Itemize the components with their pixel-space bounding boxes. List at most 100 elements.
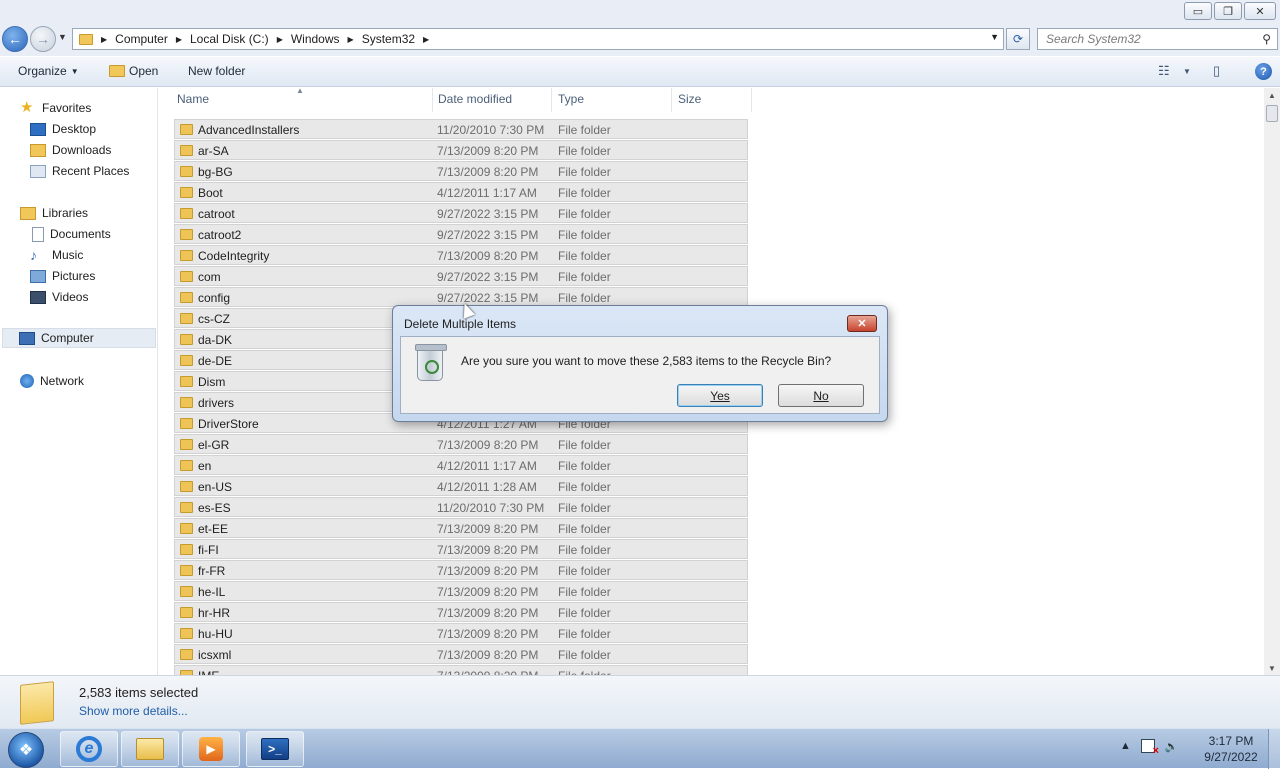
show-hidden-icons-icon[interactable]: ▲: [1120, 740, 1131, 752]
view-options-dropdown-icon[interactable]: ▼: [1183, 67, 1191, 76]
file-row[interactable]: AdvancedInstallers 11/20/2010 7:30 PM File…: [174, 119, 748, 139]
file-row[interactable]: fi-FI 7/13/2009 8:20 PM File folder: [174, 539, 748, 559]
file-row[interactable]: IME7/13/2009 8:20 PMFile folder: [174, 665, 748, 675]
minimize-button[interactable]: ▭: [1184, 2, 1212, 20]
file-type: File folder: [558, 522, 611, 536]
file-row[interactable]: hu-HU 7/13/2009 8:20 PM File folder: [174, 623, 748, 643]
nav-music[interactable]: ♪ Music: [30, 246, 83, 264]
file-row[interactable]: es-ES 11/20/2010 7:30 PM File folder: [174, 497, 748, 517]
column-header-size[interactable]: Size: [678, 92, 701, 110]
recycle-bin-icon: [415, 344, 447, 381]
breadcrumb-chevron-icon[interactable]: ▶: [277, 35, 283, 44]
breadcrumb-local-disk[interactable]: Local Disk (C:): [190, 32, 269, 46]
file-name: el-GR: [198, 438, 230, 452]
file-row[interactable]: com 9/27/2022 3:15 PM File folder: [174, 266, 748, 286]
file-date-modified: 7/13/2009 8:20 PM: [437, 438, 539, 452]
file-row[interactable]: icsxml 7/13/2009 8:20 PM File folder: [174, 644, 748, 664]
breadcrumb-chevron-icon[interactable]: ▶: [348, 35, 354, 44]
file-row[interactable]: el-GR 7/13/2009 8:20 PM File folder: [174, 434, 748, 454]
breadcrumb-windows[interactable]: Windows: [291, 32, 340, 46]
column-divider[interactable]: [751, 88, 752, 112]
breadcrumb-system32[interactable]: System32: [362, 32, 415, 46]
open-button[interactable]: Open: [109, 64, 158, 78]
file-type: File folder: [558, 438, 611, 452]
action-center-icon[interactable]: [1140, 739, 1159, 757]
volume-muted-icon[interactable]: 🔈: [1165, 740, 1179, 753]
nav-documents[interactable]: Documents: [32, 225, 111, 243]
yes-button[interactable]: Yes: [677, 384, 763, 407]
file-row[interactable]: he-IL 7/13/2009 8:20 PM File folder: [174, 581, 748, 601]
breadcrumb-computer[interactable]: Computer: [115, 32, 168, 46]
no-button[interactable]: No: [778, 384, 864, 407]
nav-libraries[interactable]: Libraries: [20, 204, 88, 222]
column-divider[interactable]: [551, 88, 552, 112]
taskbar-internet-explorer[interactable]: e: [60, 731, 118, 767]
file-row[interactable]: fr-FR 7/13/2009 8:20 PM File folder: [174, 560, 748, 580]
organize-button[interactable]: Organize ▼: [18, 64, 79, 78]
nav-desktop[interactable]: Desktop: [30, 120, 96, 138]
file-row[interactable]: CodeIntegrity 7/13/2009 8:20 PM File folde…: [174, 245, 748, 265]
change-view-icon[interactable]: ☷: [1158, 63, 1170, 79]
breadcrumb-chevron-icon[interactable]: ▶: [101, 35, 107, 44]
new-folder-button[interactable]: New folder: [188, 64, 245, 78]
nav-network[interactable]: Network: [20, 372, 84, 390]
file-name: catroot2: [198, 228, 242, 242]
close-window-button[interactable]: ✕: [1244, 2, 1276, 20]
file-date-modified: 9/27/2022 3:15 PM: [437, 291, 539, 305]
system-tray: ▲ 🔈: [1120, 739, 1179, 757]
help-icon[interactable]: ?: [1255, 63, 1272, 80]
nav-videos[interactable]: Videos: [30, 288, 88, 306]
scrollbar-thumb[interactable]: [1266, 105, 1278, 122]
column-header-name[interactable]: Name: [177, 92, 209, 110]
clock[interactable]: 3:17 PM 9/27/2022: [1198, 733, 1264, 765]
nav-pictures[interactable]: Pictures: [30, 267, 95, 285]
forward-button[interactable]: →: [30, 26, 56, 52]
nav-recent-places[interactable]: Recent Places: [30, 162, 129, 180]
recent-pages-dropdown[interactable]: ▼: [58, 32, 67, 42]
scroll-down-icon[interactable]: ▼: [1268, 664, 1276, 673]
show-more-details-link[interactable]: Show more details...: [79, 704, 188, 718]
breadcrumb-chevron-icon[interactable]: ▶: [176, 35, 182, 44]
file-name: en: [198, 459, 212, 473]
file-row[interactable]: catroot2 9/27/2022 3:15 PM File folder: [174, 224, 748, 244]
column-header-date-modified[interactable]: Date modified: [438, 92, 512, 110]
file-row[interactable]: bg-BG 7/13/2009 8:20 PM File folder: [174, 161, 748, 181]
taskbar-media-player[interactable]: ▶: [182, 731, 240, 767]
folder-icon: [180, 292, 193, 303]
refresh-button[interactable]: ⟳: [1006, 28, 1030, 50]
taskbar-powershell[interactable]: >_: [246, 731, 304, 767]
address-dropdown-icon[interactable]: ▼: [990, 32, 999, 42]
search-input[interactable]: [1044, 29, 1254, 49]
show-desktop-button[interactable]: [1268, 729, 1280, 769]
file-date-modified: 7/13/2009 8:20 PM: [437, 165, 539, 179]
search-box[interactable]: ⚲: [1037, 28, 1278, 50]
scroll-up-icon[interactable]: ▲: [1268, 91, 1276, 100]
taskbar: ❖ e ▶ >_ ▲ 🔈 3:17 PM 9/27/2022: [0, 728, 1280, 769]
vertical-scrollbar[interactable]: ▲ ▼: [1264, 88, 1280, 675]
file-row[interactable]: hr-HR 7/13/2009 8:20 PM File folder: [174, 602, 748, 622]
preview-pane-icon[interactable]: ▯: [1213, 63, 1220, 79]
maximize-button[interactable]: ❐: [1214, 2, 1242, 20]
file-row[interactable]: en 4/12/2011 1:17 AM File folder: [174, 455, 748, 475]
column-divider[interactable]: [432, 88, 433, 112]
file-row[interactable]: catroot 9/27/2022 3:15 PM File folder: [174, 203, 748, 223]
taskbar-windows-explorer[interactable]: [121, 731, 179, 767]
back-button[interactable]: ←: [2, 26, 28, 52]
nav-computer[interactable]: Computer: [2, 328, 156, 348]
file-type: File folder: [558, 144, 611, 158]
nav-downloads[interactable]: Downloads: [30, 141, 111, 159]
column-header-type[interactable]: Type: [558, 92, 584, 110]
dialog-close-button[interactable]: ✕: [847, 315, 877, 332]
file-row[interactable]: en-US 4/12/2011 1:28 AM File folder: [174, 476, 748, 496]
start-button[interactable]: ❖: [8, 732, 44, 768]
breadcrumb-chevron-icon[interactable]: ▶: [423, 35, 429, 44]
file-row[interactable]: ar-SA 7/13/2009 8:20 PM File folder: [174, 140, 748, 160]
nav-favorites[interactable]: ★ Favorites: [20, 99, 91, 117]
file-row[interactable]: Boot 4/12/2011 1:17 AM File folder: [174, 182, 748, 202]
column-divider[interactable]: [671, 88, 672, 112]
search-icon[interactable]: ⚲: [1262, 32, 1271, 46]
file-type: File folder: [558, 480, 611, 494]
file-row[interactable]: et-EE 7/13/2009 8:20 PM File folder: [174, 518, 748, 538]
address-bar[interactable]: ▶ Computer ▶ Local Disk (C:) ▶ Windows ▶…: [72, 28, 1004, 50]
file-date-modified: 9/27/2022 3:15 PM: [437, 270, 539, 284]
